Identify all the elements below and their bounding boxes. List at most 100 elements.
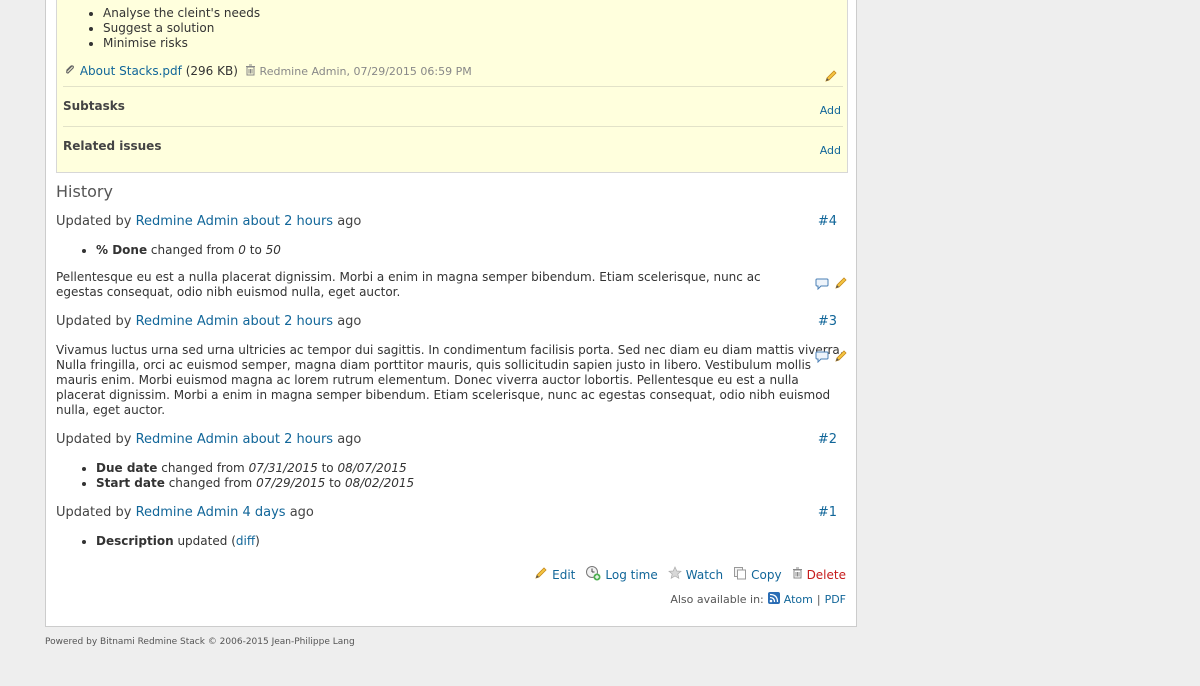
journal-note: Vivamus luctus urna sed urna ultricies a…	[56, 343, 844, 417]
add-subtask-link[interactable]: Add	[820, 104, 841, 117]
detail-to: to	[321, 461, 334, 475]
quote-icon[interactable]	[815, 348, 829, 367]
separator: |	[816, 593, 821, 606]
journal-suffix: ago	[337, 214, 362, 229]
issue-details-box: Analyse the cleint's needs Suggest a sol…	[56, 0, 848, 173]
divider	[63, 86, 843, 87]
time-link[interactable]: about 2 hours	[242, 432, 333, 447]
copy-button[interactable]: Copy	[733, 566, 782, 583]
detail-field: Description	[96, 534, 174, 548]
detail-field: % Done	[96, 243, 148, 257]
detail-text: changed from	[150, 243, 235, 257]
journal-number-link[interactable]: #2	[818, 432, 837, 447]
author-link[interactable]: Redmine Admin	[136, 432, 239, 447]
detail-old-value: 0	[238, 243, 246, 257]
journal-header: Updated by Redmine Admin about 2 hours a…	[56, 214, 361, 229]
list-item: Description updated (diff)	[96, 534, 260, 549]
attachment-row: About Stacks.pdf (296 KB) Redmine Admin,…	[64, 63, 472, 80]
journal-prefix: Updated by	[56, 505, 132, 520]
journal-header: Updated by Redmine Admin about 2 hours a…	[56, 314, 361, 329]
star-icon	[667, 566, 682, 583]
diff-link[interactable]: diff	[236, 534, 255, 548]
attachment-meta: Redmine Admin, 07/29/2015 06:59 PM	[259, 65, 472, 78]
list-item: Due date changed from 07/31/2015 to 08/0…	[96, 461, 414, 476]
journal-header: Updated by Redmine Admin 4 days ago	[56, 505, 314, 520]
other-formats-label: Also available in:	[670, 593, 764, 606]
detail-to: to	[329, 476, 342, 490]
detail-field: Start date	[96, 476, 165, 490]
quote-icon[interactable]	[815, 275, 829, 294]
footer-text: Powered by Bitnami Redmine Stack © 2006-…	[45, 637, 355, 647]
copy-label: Copy	[751, 567, 782, 582]
journal-details: Due date changed from 07/31/2015 to 08/0…	[84, 461, 414, 491]
list-item: Minimise risks	[103, 36, 260, 51]
journal-details: Description updated (diff)	[84, 534, 260, 549]
paperclip-icon	[64, 64, 76, 80]
pdf-link[interactable]: PDF	[825, 593, 846, 606]
issue-actions: Edit Log time Watch Copy Delete	[524, 565, 846, 584]
detail-text: changed from	[161, 461, 245, 475]
journal-details: % Done changed from 0 to 50	[84, 243, 281, 258]
pencil-icon[interactable]	[834, 348, 848, 367]
pencil-icon	[534, 566, 548, 583]
detail-text: updated	[177, 534, 228, 548]
watch-button[interactable]: Watch	[667, 566, 724, 583]
copy-icon	[733, 566, 747, 583]
journal-number-link[interactable]: #3	[818, 314, 837, 329]
time-link[interactable]: about 2 hours	[242, 314, 333, 329]
list-item: Start date changed from 07/29/2015 to 08…	[96, 476, 414, 491]
journal-number-link[interactable]: #4	[818, 214, 837, 229]
atom-link[interactable]: Atom	[784, 593, 813, 606]
time-link[interactable]: 4 days	[242, 505, 285, 520]
edit-label: Edit	[552, 567, 576, 582]
description-list: Analyse the cleint's needs Suggest a sol…	[91, 6, 260, 51]
delete-label: Delete	[806, 567, 846, 582]
journal-prefix: Updated by	[56, 214, 132, 229]
detail-old-value: 07/29/2015	[256, 476, 326, 490]
pencil-icon[interactable]	[834, 275, 848, 294]
add-related-issue-link[interactable]: Add	[820, 144, 841, 157]
rss-feed-icon	[767, 592, 780, 607]
list-item: % Done changed from 0 to 50	[96, 243, 281, 258]
journal-prefix: Updated by	[56, 314, 132, 329]
note-actions	[815, 348, 848, 367]
journal-suffix: ago	[337, 432, 362, 447]
divider	[63, 126, 843, 127]
attachment-size: (296 KB)	[185, 64, 238, 78]
paren-close: )	[255, 534, 260, 548]
journal-number-link[interactable]: #1	[818, 505, 837, 520]
author-link[interactable]: Redmine Admin	[136, 505, 239, 520]
trash-icon	[792, 567, 803, 582]
history-title: History	[56, 182, 113, 201]
journal-prefix: Updated by	[56, 432, 132, 447]
detail-to: to	[249, 243, 262, 257]
attachment-link[interactable]: About Stacks.pdf	[80, 64, 182, 78]
detail-field: Due date	[96, 461, 158, 475]
detail-new-value: 08/02/2015	[344, 476, 415, 490]
log-time-label: Log time	[605, 567, 658, 582]
log-time-button[interactable]: Log time	[585, 565, 658, 584]
journal-header: Updated by Redmine Admin about 2 hours a…	[56, 432, 361, 447]
author-link[interactable]: Redmine Admin	[136, 214, 239, 229]
trash-icon[interactable]	[245, 64, 256, 80]
time-link[interactable]: about 2 hours	[242, 214, 333, 229]
journal-suffix: ago	[289, 505, 314, 520]
detail-old-value: 07/31/2015	[248, 461, 318, 475]
note-actions	[815, 275, 848, 294]
journal-suffix: ago	[337, 314, 362, 329]
pencil-icon[interactable]	[824, 68, 838, 87]
delete-button[interactable]: Delete	[792, 567, 846, 582]
watch-label: Watch	[685, 567, 724, 582]
author-link[interactable]: Redmine Admin	[136, 314, 239, 329]
journal-note: Pellentesque eu est a nulla placerat dig…	[56, 270, 761, 299]
detail-new-value: 08/07/2015	[337, 461, 407, 475]
list-item: Analyse the cleint's needs	[103, 6, 260, 21]
detail-text: changed from	[168, 476, 253, 490]
edit-button[interactable]: Edit	[534, 566, 575, 583]
clock-add-icon	[585, 565, 601, 584]
detail-new-value: 50	[265, 243, 281, 257]
list-item: Suggest a solution	[103, 21, 260, 36]
main-content: Analyse the cleint's needs Suggest a sol…	[45, 0, 857, 627]
other-formats: Also available in: Atom | PDF	[670, 592, 846, 607]
subtasks-label: Subtasks	[63, 99, 125, 113]
